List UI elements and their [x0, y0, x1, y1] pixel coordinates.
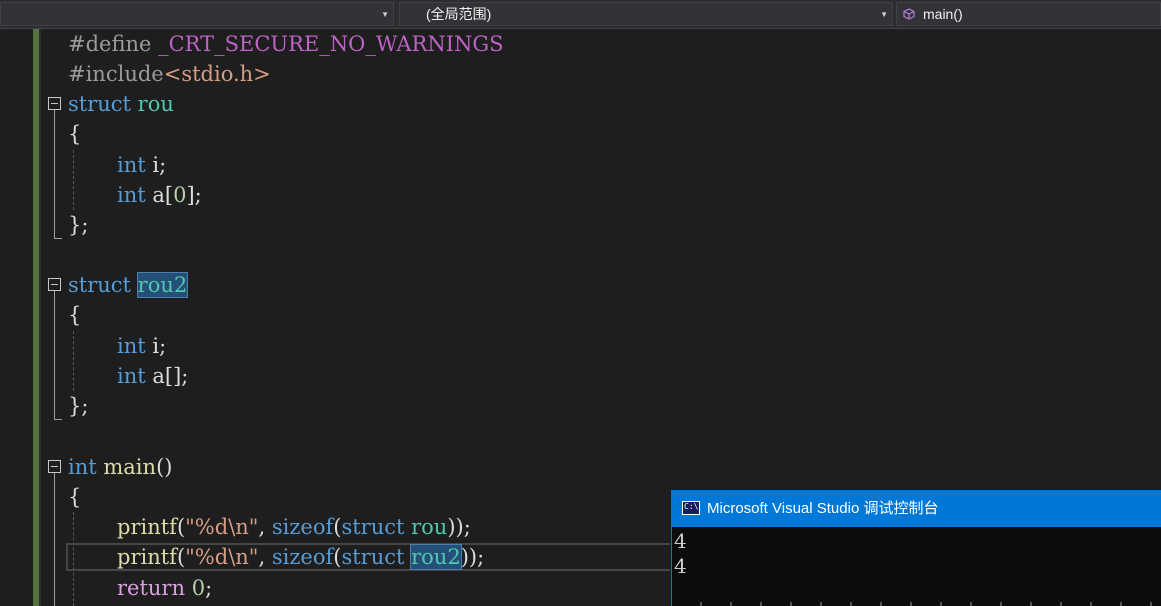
directive: #include: [68, 62, 164, 86]
code-line-1[interactable]: #define _CRT_SECURE_NO_WARNINGS: [68, 29, 504, 59]
fold-line: [54, 291, 55, 419]
punctuation: ,: [258, 515, 272, 539]
console-divider: [672, 602, 1161, 606]
punctuation: (: [176, 545, 186, 569]
keyword: struct: [341, 545, 405, 569]
keyword: int: [117, 334, 146, 358]
code-line-12[interactable]: int a[];: [117, 361, 188, 391]
debug-console-window[interactable]: C:\ Microsoft Visual Studio 调试控制台 4 4: [671, 490, 1161, 606]
declaration: a[: [145, 183, 174, 207]
string-literal: "%d\n": [185, 515, 259, 539]
collapse-struct-rou2-icon[interactable]: [48, 278, 61, 291]
punctuation: ,: [258, 545, 272, 569]
function-name: main: [103, 455, 157, 479]
fold-end: [54, 238, 62, 239]
keyword: struct: [341, 515, 405, 539]
struct-name-highlighted: rou2: [136, 272, 189, 298]
keyword-return: return: [117, 576, 185, 600]
code-line-18[interactable]: printf("%d\n", sizeof(struct rou2));: [117, 542, 484, 572]
console-app-icon: C:\: [682, 501, 700, 515]
include-path: <stdio.h>: [163, 62, 271, 86]
fold-line: [54, 473, 55, 606]
keyword: sizeof: [271, 545, 334, 569]
brace: {: [68, 122, 82, 146]
brace: };: [68, 213, 89, 237]
code-line-15[interactable]: int main(): [68, 452, 172, 482]
punctuation: (): [156, 455, 173, 479]
directive: #define: [68, 32, 159, 56]
scope-dropdown-label: (全局范围): [426, 6, 492, 22]
code-line-7[interactable]: };: [68, 210, 88, 240]
indent-guide: [73, 331, 74, 391]
scope-dropdown[interactable]: (全局范围) ▼: [399, 2, 893, 26]
punctuation: ;: [205, 576, 213, 600]
console-title-bar[interactable]: C:\ Microsoft Visual Studio 调试控制台: [672, 490, 1161, 527]
struct-name: rou: [411, 515, 448, 539]
punctuation: ));: [447, 515, 471, 539]
number-literal: 0: [191, 576, 206, 600]
code-line-9[interactable]: struct rou2: [68, 270, 189, 300]
code-line-16[interactable]: {: [68, 482, 81, 512]
code-line-10[interactable]: {: [68, 300, 81, 330]
chevron-down-icon: ▼: [880, 10, 888, 19]
punctuation: ));: [460, 545, 485, 569]
project-dropdown[interactable]: ▼: [0, 2, 394, 26]
fold-end: [54, 419, 62, 420]
code-line-3[interactable]: struct rou: [68, 89, 174, 119]
punctuation: (: [176, 515, 186, 539]
function-call: printf: [117, 515, 177, 539]
brace: {: [68, 485, 82, 509]
code-line-17[interactable]: printf("%d\n", sizeof(struct rou));: [117, 512, 471, 542]
indent-guide: [73, 150, 74, 210]
keyword: int: [68, 455, 97, 479]
keyword: int: [117, 153, 146, 177]
keyword: struct: [68, 92, 131, 116]
keyword: struct: [68, 273, 131, 297]
member-dropdown[interactable]: main(): [896, 2, 1161, 26]
keyword: int: [117, 183, 146, 207]
method-cube-icon: [903, 8, 915, 20]
navigation-bar: ▼ (全局范围) ▼ main(): [0, 0, 1161, 29]
declaration: a[];: [145, 364, 189, 388]
console-output-line: 4: [674, 529, 687, 553]
struct-name-highlighted: rou2: [410, 544, 462, 570]
declaration: i;: [145, 153, 167, 177]
code-line-5[interactable]: int i;: [117, 150, 166, 180]
struct-name: rou: [137, 92, 174, 116]
gutter-divider: [39, 29, 41, 606]
code-line-13[interactable]: };: [68, 391, 88, 421]
code-line-11[interactable]: int i;: [117, 331, 166, 361]
keyword: int: [117, 364, 146, 388]
console-title: Microsoft Visual Studio 调试控制台: [707, 500, 939, 517]
code-line-19[interactable]: return 0;: [117, 573, 212, 603]
number-literal: 0: [173, 183, 187, 207]
brace: };: [68, 394, 89, 418]
member-dropdown-label: main(): [923, 6, 963, 22]
collapse-main-icon[interactable]: [48, 460, 61, 473]
fold-line: [54, 110, 55, 238]
collapse-struct-rou-icon[interactable]: [48, 97, 61, 110]
function-call: printf: [117, 545, 177, 569]
code-line-4[interactable]: {: [68, 119, 81, 149]
brace: {: [68, 303, 82, 327]
chevron-down-icon: ▼: [381, 10, 389, 19]
declaration: i;: [145, 334, 167, 358]
code-line-6[interactable]: int a[0];: [117, 180, 202, 210]
console-output-line: 4: [674, 554, 687, 578]
punctuation: ];: [186, 183, 202, 207]
string-literal: "%d\n": [185, 545, 259, 569]
macro-name: _CRT_SECURE_NO_WARNINGS: [158, 32, 504, 56]
keyword: sizeof: [271, 515, 334, 539]
code-line-2[interactable]: #include<stdio.h>: [68, 59, 271, 89]
